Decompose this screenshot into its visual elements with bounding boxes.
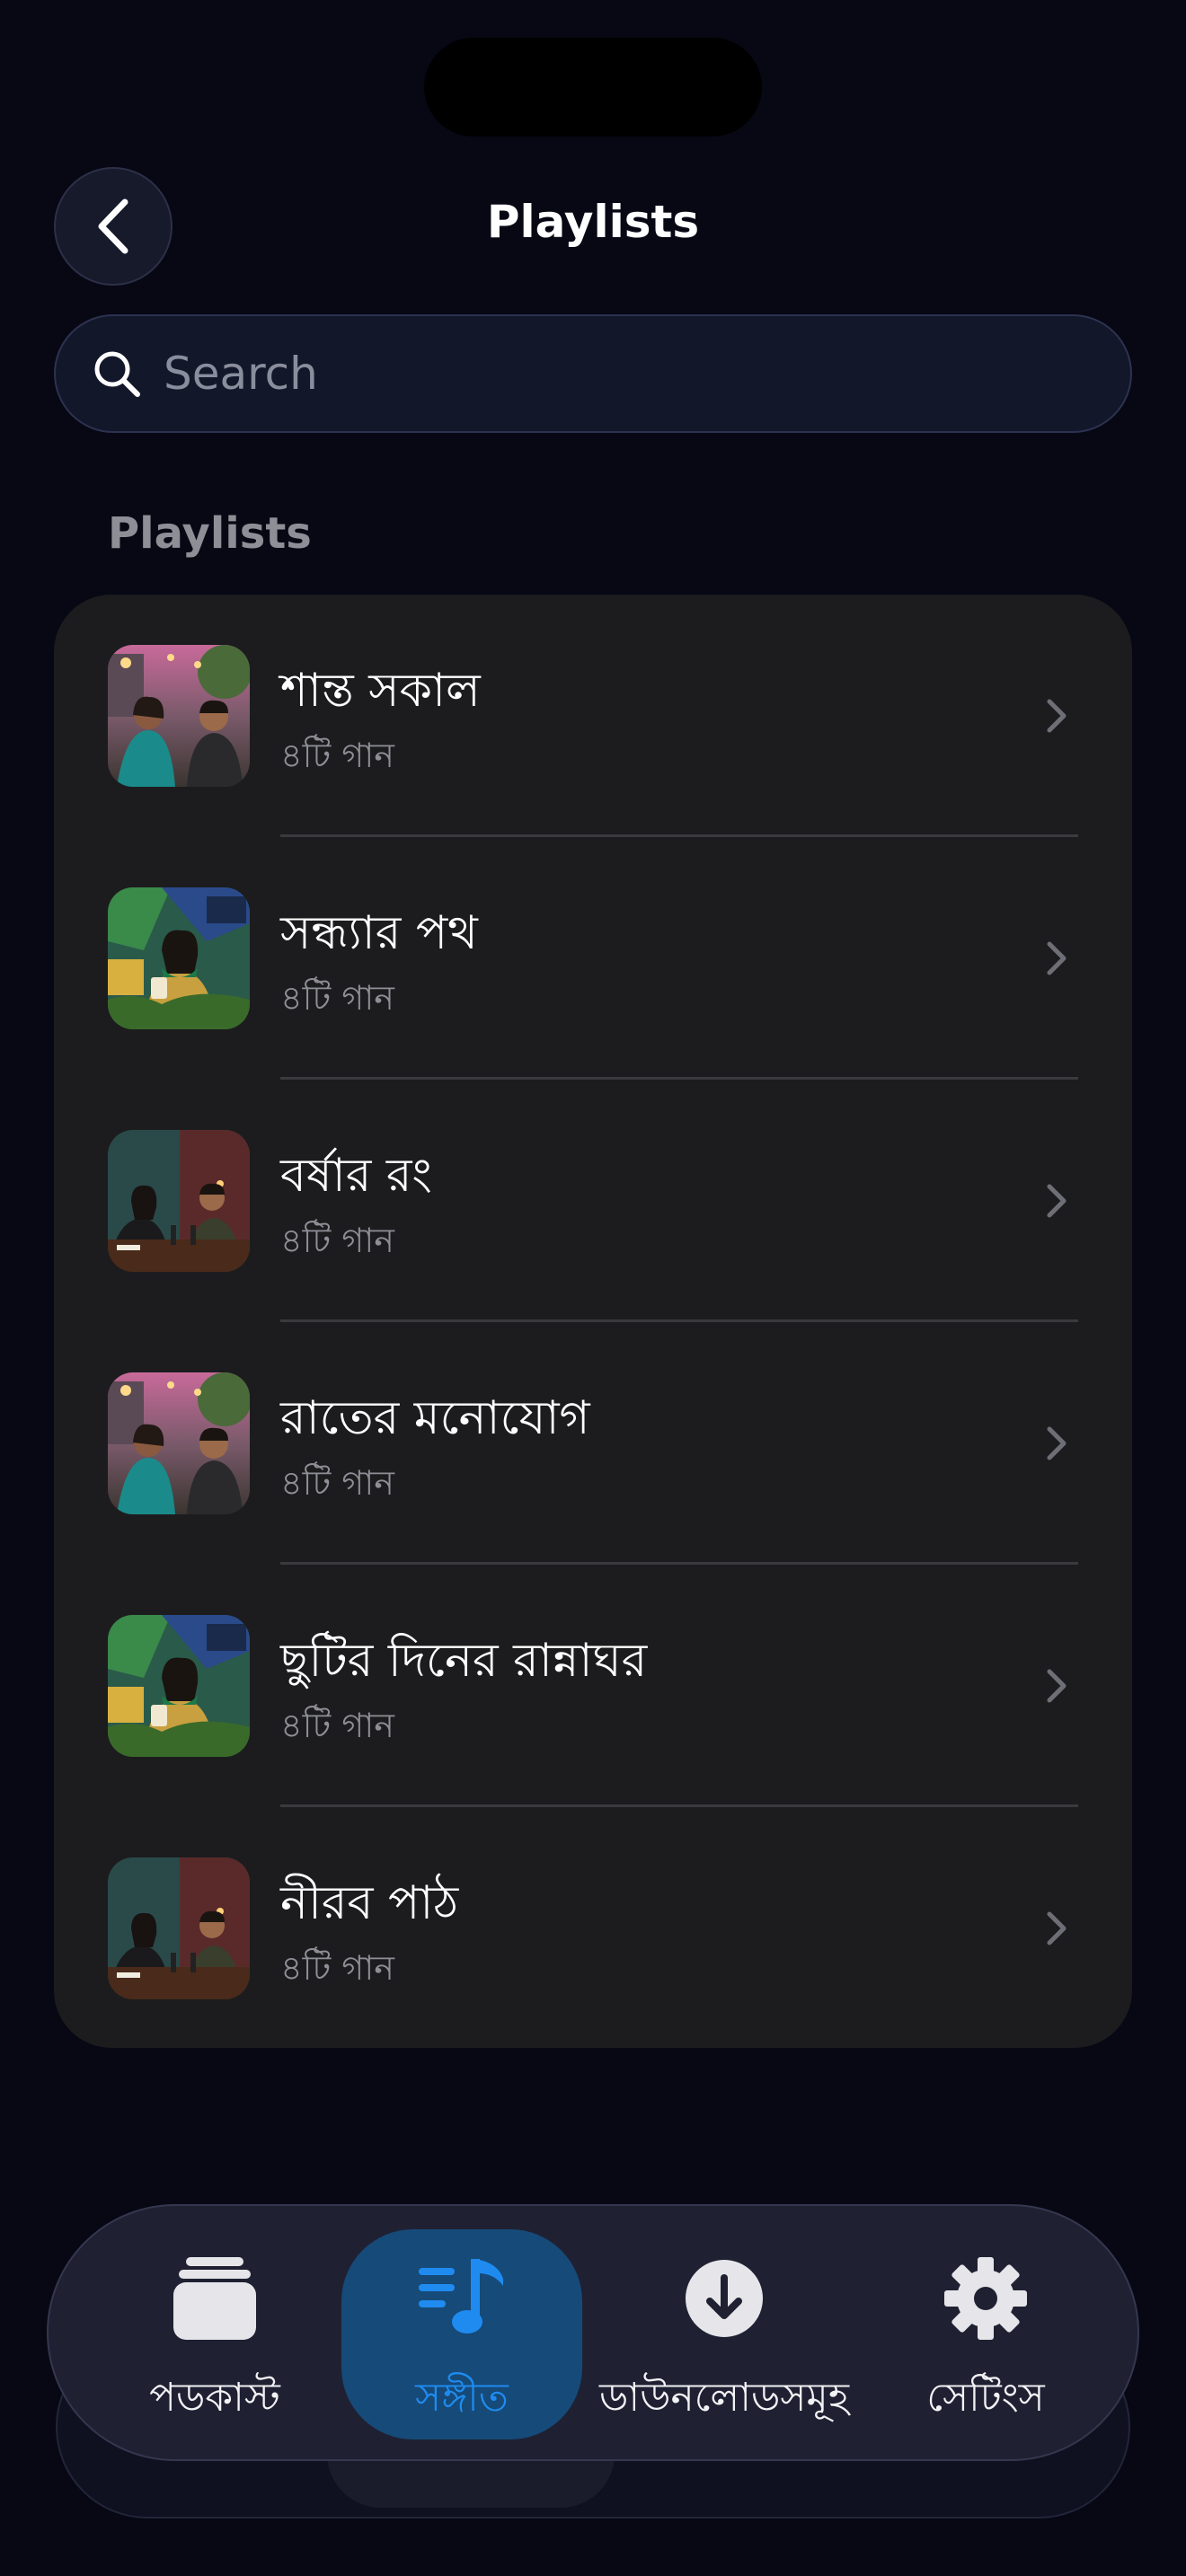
playlist-title: শান্ত সকাল [280, 664, 481, 718]
tab-label: পডকাস্ট [149, 2375, 280, 2421]
chevron-right-icon [1047, 1426, 1067, 1460]
chevron-right-icon [1047, 941, 1067, 975]
playlist-song-count: ৪টি গান [280, 1706, 394, 1745]
playlist-title: নীরব পাঠ [280, 1876, 459, 1930]
playlist-title: রাতের মনোযোগ [280, 1391, 590, 1445]
chevron-right-icon [1047, 1669, 1067, 1703]
tab-downloads[interactable]: ডাউনলোডসমূহ [582, 2206, 866, 2459]
chevron-right-icon [1047, 1184, 1067, 1218]
music-note-icon [419, 2259, 503, 2333]
search-icon [90, 347, 144, 401]
tab-bar: পডকাস্ট সঙ্গীত ডাউনলোডসমূহ সেটিংস [47, 2204, 1139, 2461]
tab-label: সঙ্গীত [415, 2375, 509, 2421]
playlist-song-count: ৪টি গান [280, 736, 394, 775]
dynamic-island [424, 38, 762, 137]
playlist-song-count: ৪টি গান [280, 1221, 394, 1260]
playlist-song-count: ৪টি গান [280, 978, 394, 1018]
playlist-song-count: ৪টি গান [280, 1463, 394, 1503]
playlist-row[interactable]: সন্ধ্যার পথ ৪টি গান [54, 837, 1132, 1080]
stack-icon [173, 2257, 256, 2340]
playlist-title: ছুটির দিনের রান্নাঘর [280, 1634, 648, 1688]
download-icon [686, 2260, 763, 2337]
playlist-title: সন্ধ্যার পথ [280, 906, 478, 960]
playlist-artwork [108, 1372, 250, 1514]
playlist-artwork [108, 1857, 250, 1999]
tab-label: সেটিংস [926, 2375, 1045, 2421]
chevron-right-icon [1047, 1911, 1067, 1945]
playlist-song-count: ৪টি গান [280, 1948, 394, 1988]
tab-settings[interactable]: সেটিংস [866, 2206, 1105, 2459]
playlist-artwork [108, 1615, 250, 1757]
gear-icon [944, 2257, 1027, 2340]
tab-music[interactable]: সঙ্গীত [341, 2206, 582, 2459]
playlist-artwork [108, 1130, 250, 1272]
page-title: Playlists [486, 196, 700, 248]
playlist-list: শান্ত সকাল ৪টি গান সন্ধ্যার পথ ৪টি গান ব… [54, 595, 1132, 2048]
playlist-row[interactable]: নীরব পাঠ ৪টি গান [54, 1807, 1132, 2048]
tab-podcast[interactable]: পডকাস্ট [84, 2206, 345, 2459]
playlist-row[interactable]: বর্ষার রং ৪টি গান [54, 1080, 1132, 1322]
search-input[interactable]: Search [54, 314, 1132, 433]
playlist-row[interactable]: রাতের মনোযোগ ৪টি গান [54, 1322, 1132, 1565]
playlist-artwork [108, 645, 250, 787]
tab-label: ডাউনলোডসমূহ [599, 2375, 849, 2421]
section-header: Playlists [108, 508, 312, 559]
playlist-row[interactable]: ছুটির দিনের রান্নাঘর ৪টি গান [54, 1565, 1132, 1807]
search-placeholder: Search [164, 348, 318, 400]
playlist-artwork [108, 887, 250, 1029]
chevron-right-icon [1047, 699, 1067, 733]
playlist-title: বর্ষার রং [280, 1149, 432, 1203]
playlist-row[interactable]: শান্ত সকাল ৪টি গান [54, 595, 1132, 837]
